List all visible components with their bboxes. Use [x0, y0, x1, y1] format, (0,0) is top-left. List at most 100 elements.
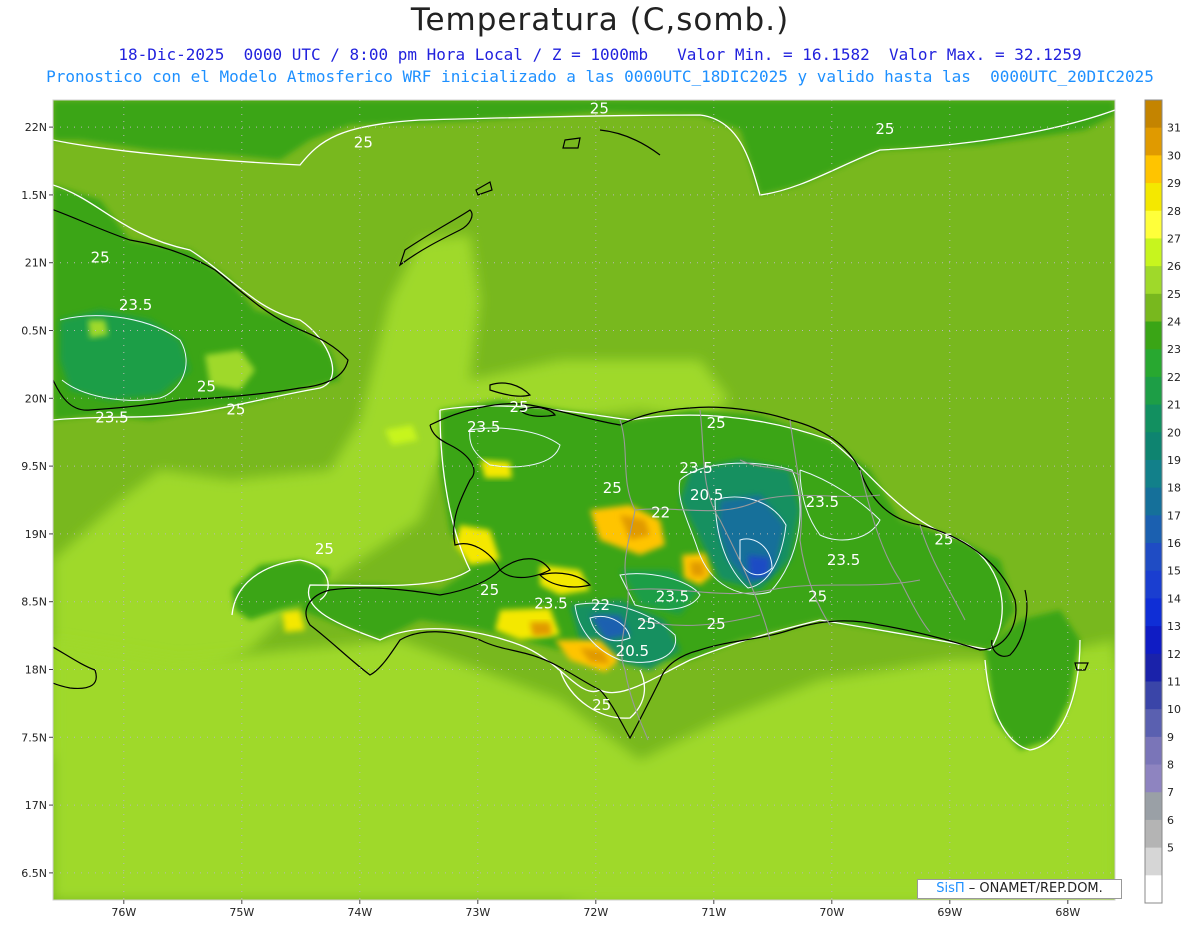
- contour-label: 25: [707, 414, 726, 432]
- colorbar-swatch: [1145, 293, 1162, 323]
- contour-label: 25: [510, 398, 529, 416]
- contour-label: 25: [197, 378, 216, 396]
- contour-label: 25: [603, 479, 622, 497]
- colorbar-swatch: [1145, 432, 1162, 461]
- colorbar-label: 12: [1167, 648, 1181, 661]
- contour-label: 25: [875, 120, 894, 138]
- colorbar-label: 21: [1167, 399, 1181, 412]
- colorbar-swatch: [1145, 736, 1162, 766]
- sispi-logo: SisΠ: [936, 881, 965, 896]
- lat-tick-label: 17N: [25, 799, 47, 812]
- colorbar-label: 27: [1167, 232, 1181, 245]
- lon-tick-label: 68W: [1055, 906, 1080, 919]
- contour-label: 23.5: [827, 551, 860, 569]
- credit-text: – ONAMET/REP.DOM.: [964, 881, 1103, 896]
- lat-tick-label: 19N: [25, 528, 47, 541]
- colorbar-label: 17: [1167, 509, 1181, 522]
- colorbar-swatch: [1145, 266, 1162, 295]
- contour-label: 20.5: [616, 642, 649, 660]
- contour-label: 23.5: [95, 409, 128, 427]
- contour-label: 25: [808, 588, 827, 606]
- contour-label: 25: [91, 249, 110, 267]
- colorbar-swatch: [1145, 626, 1162, 655]
- colorbar-swatch: [1145, 598, 1162, 627]
- colorbar-label: 20: [1167, 426, 1181, 439]
- latitude-axis: 22N 1.5N 21N 0.5N 20N 9.5N 19N 8.5N 18N 7.5N 17N 6.…: [21, 121, 53, 880]
- lon-tick-label: 74W: [347, 906, 372, 919]
- colorbar-label: 8: [1167, 759, 1174, 772]
- colorbar-swatch: [1145, 709, 1162, 738]
- contour-label: 25: [226, 401, 245, 419]
- colorbar-label: 15: [1167, 565, 1181, 578]
- contour-label: 22: [591, 596, 610, 614]
- lon-tick-label: 73W: [465, 906, 490, 919]
- contour-label: 25: [590, 100, 609, 118]
- colorbar-swatch: [1145, 376, 1162, 406]
- contour-label: 23.5: [119, 296, 152, 314]
- contour-label: 25: [315, 540, 334, 558]
- lon-tick-label: 76W: [111, 906, 136, 919]
- longitude-axis: 76W 75W 74W 73W 72W 71W 70W 69W 68W: [111, 900, 1080, 919]
- contour-label: 23.5: [534, 594, 567, 612]
- colorbar-label: 22: [1167, 371, 1181, 384]
- contour-label: 23.5: [806, 493, 839, 511]
- colorbar-swatch: [1145, 349, 1162, 378]
- contour-label: 25: [354, 133, 373, 151]
- colorbar-label: 5: [1167, 842, 1174, 855]
- contour-label: 25: [592, 696, 611, 714]
- colorbar-label: 14: [1167, 592, 1181, 605]
- hot-spot-8: [480, 460, 512, 478]
- colorbar-label: 24: [1167, 316, 1181, 329]
- contour-label: 25: [480, 581, 499, 599]
- colorbar-label: 13: [1167, 620, 1181, 633]
- colorbar-swatch: [1145, 792, 1162, 821]
- lat-tick-label: 20N: [25, 392, 47, 405]
- colorbar-swatch: [1145, 404, 1162, 433]
- hot-spot-2-core: [690, 562, 705, 576]
- lat-tick-label: 21N: [25, 257, 47, 270]
- colorbar-swatch: [1145, 238, 1162, 267]
- temperature-map[interactable]: 76W 75W 74W 73W 72W 71W 70W 69W 68W 22N 1.5N 21N 0.…: [0, 0, 1200, 927]
- colorbar-label: 7: [1167, 786, 1174, 799]
- lat-tick-label: 9.5N: [21, 460, 47, 473]
- colorbar-swatch: [1145, 100, 1162, 129]
- colorbar-label: 9: [1167, 731, 1174, 744]
- contour-label: 25: [707, 615, 726, 633]
- lat-tick-label: 6.5N: [21, 867, 47, 880]
- lat-tick-label: 8.5N: [21, 596, 47, 609]
- lon-tick-label: 71W: [701, 906, 726, 919]
- lon-tick-label: 69W: [937, 906, 962, 919]
- colorbar-label: 28: [1167, 205, 1181, 218]
- colorbar-swatch: [1145, 847, 1162, 876]
- colorbar-label: 19: [1167, 454, 1181, 467]
- contour-label: 25: [934, 531, 953, 549]
- colorbar-label: 29: [1167, 177, 1181, 190]
- colorbar-label: 18: [1167, 482, 1181, 495]
- colorbar-label: 31: [1167, 122, 1181, 135]
- lon-tick-label: 75W: [229, 906, 254, 919]
- colorbar-label: 26: [1167, 260, 1181, 273]
- colorbar-label: 6: [1167, 814, 1174, 827]
- lat-tick-label: 1.5N: [21, 189, 47, 202]
- colorbar-swatch: [1145, 875, 1162, 904]
- colorbar-label: 10: [1167, 703, 1181, 716]
- lon-tick-label: 72W: [583, 906, 608, 919]
- colorbar-swatch: [1145, 210, 1162, 239]
- hot-spot-4-core: [530, 622, 552, 636]
- colorbar-swatch: [1145, 127, 1162, 156]
- colorbar-swatch: [1145, 155, 1162, 184]
- cuba-warm-spot-2: [88, 320, 108, 338]
- colorbar-swatch: [1145, 487, 1162, 516]
- colorbar-label: 23: [1167, 343, 1181, 356]
- colorbar-swatch: [1145, 570, 1162, 599]
- contour-label: 23.5: [656, 588, 689, 606]
- contour-label: 22: [651, 504, 670, 522]
- colorbar-label: 16: [1167, 537, 1181, 550]
- colorbar-swatch: [1145, 321, 1162, 350]
- contour-label: 23.5: [679, 459, 712, 477]
- contour-label: 23.5: [467, 418, 500, 436]
- colorbar-swatch: [1145, 183, 1162, 212]
- lon-tick-label: 70W: [819, 906, 844, 919]
- contour-label: 20.5: [690, 486, 723, 504]
- colorbar-swatch: [1145, 543, 1162, 572]
